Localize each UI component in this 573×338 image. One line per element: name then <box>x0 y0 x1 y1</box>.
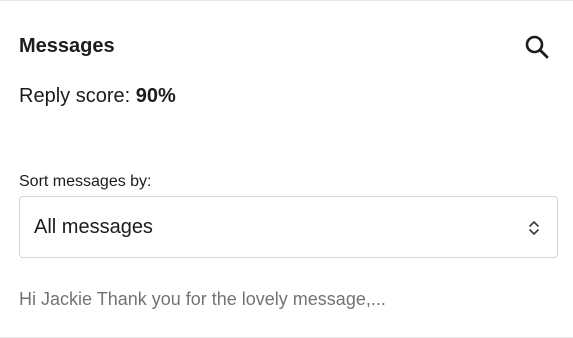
page-title: Messages <box>19 35 115 57</box>
reply-score-label: Reply score: <box>19 85 136 107</box>
reply-score: Reply score: 90% <box>19 84 176 108</box>
sort-label: Sort messages by: <box>19 173 152 190</box>
sort-selected-value: All messages <box>34 216 153 238</box>
search-icon <box>525 35 549 59</box>
messages-panel: Messages Reply score: 90% Sort messages … <box>0 0 573 338</box>
reply-score-value: 90% <box>135 85 176 107</box>
chevron-up-down-icon <box>529 221 539 235</box>
message-preview[interactable]: Hi Jackie Thank you for the lovely messa… <box>19 288 386 310</box>
sort-select[interactable]: All messages <box>19 196 558 258</box>
search-button[interactable] <box>521 31 553 63</box>
messages-header: Messages <box>19 34 553 64</box>
